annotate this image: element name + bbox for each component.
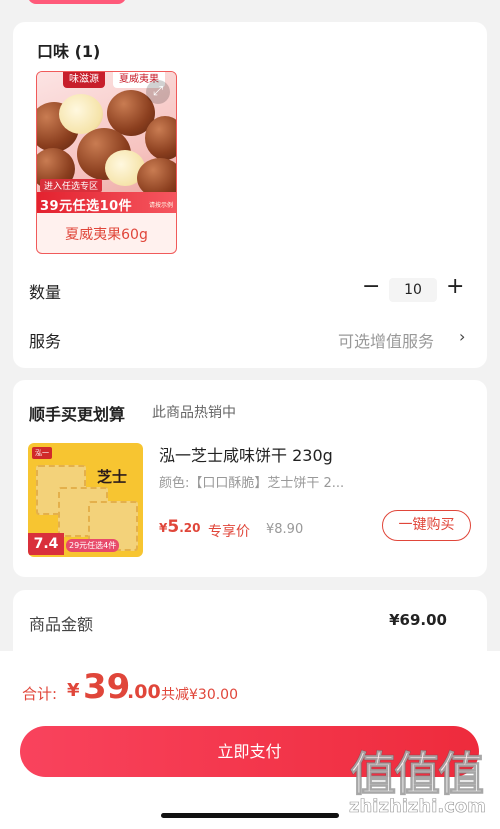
banner-top-text: 进入任选专区 [40, 179, 103, 192]
recommend-subtitle: 此商品热销中 [152, 405, 236, 421]
quantity-label: 数量 [29, 283, 62, 302]
discount-text: 共减¥30.00 [161, 687, 238, 703]
plus-icon[interactable]: + [446, 274, 464, 299]
brand-tag: 味滋源 [63, 72, 105, 88]
product-image-price: 7.4 [28, 533, 64, 555]
product-image-promo: 29元任选4件 [66, 539, 120, 552]
sku-image: 味滋源 夏威夷果 ⤢ 进入任选专区 39元任选10件 请按示例 [37, 72, 176, 213]
promo-banner: 39元任选10件 请按示例 [37, 192, 176, 213]
quantity-input[interactable]: 10 [389, 278, 437, 302]
service-label: 服务 [29, 332, 62, 351]
sku-option-macadamia[interactable]: 味滋源 夏威夷果 ⤢ 进入任选专区 39元任选10件 请按示例 夏威夷果60g [36, 71, 177, 254]
product-image[interactable]: 泓一 芝士 7.4 29元任选4件 [28, 443, 143, 557]
sku-card: 口味 (1) 味滋源 夏威夷果 ⤢ 进入任选专区 39元任选10件 请按示例 夏… [13, 22, 487, 368]
product-price: ¥5.20 [159, 517, 200, 537]
minus-icon[interactable]: − [362, 274, 380, 299]
recommend-title: 顺手买更划算 [29, 405, 126, 424]
total-label: 合计: [22, 685, 58, 703]
one-click-buy-button[interactable]: 一键购买 [382, 510, 471, 541]
expand-icon[interactable]: ⤢ [146, 80, 170, 104]
top-promo-badge [28, 0, 126, 4]
product-logo: 泓一 [32, 447, 52, 459]
price-decimal: .20 [179, 521, 201, 535]
goods-amount-value: ¥69.00 [389, 611, 447, 629]
flavor-title: 口味 (1) [37, 42, 101, 61]
product-name[interactable]: 泓一芝士咸味饼干 230g [159, 442, 333, 466]
product-image-title: 芝士 [97, 468, 128, 486]
nut-shape [145, 116, 176, 160]
chevron-right-icon[interactable]: › [459, 327, 465, 346]
recommend-card: 顺手买更划算 此商品热销中 泓一 芝士 7.4 29元任选4件 泓一芝士咸味饼干… [13, 380, 487, 577]
watermark: 值值值 zhizhizhi.com [347, 738, 497, 828]
total-integer: 39 [83, 667, 131, 707]
price-integer: 5 [167, 517, 180, 537]
goods-amount-label: 商品金额 [29, 615, 94, 634]
promo-banner-text: 39元任选10件 [40, 199, 133, 213]
watermark-logo: 值值值 [350, 747, 485, 802]
promo-banner-small: 请按示例 [148, 202, 173, 209]
service-value[interactable]: 可选增值服务 [338, 328, 434, 352]
exclusive-price-label: 专享价 [208, 524, 250, 540]
original-price: ¥8.90 [266, 522, 304, 537]
product-spec: 颜色:【口口酥脆】芝士饼干 2... [159, 476, 345, 491]
sku-name: 夏威夷果60g [65, 227, 148, 243]
home-indicator[interactable] [161, 813, 339, 818]
total-currency: ¥ [67, 680, 80, 701]
total-decimal: .00 [127, 681, 161, 703]
watermark-url: zhizhizhi.com [349, 796, 487, 818]
